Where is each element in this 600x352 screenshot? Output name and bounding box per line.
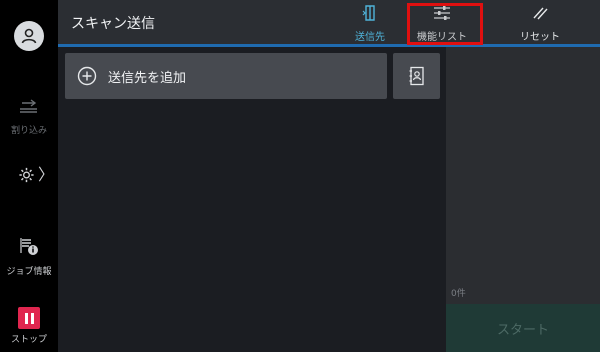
interrupt-label: 割り込み [10, 126, 47, 136]
address-book-icon [409, 66, 424, 86]
start-label: スタート [496, 322, 549, 338]
page-title: スキャン送信 [71, 16, 155, 32]
tab-reset-label: リセット [520, 32, 560, 43]
highlight-box [407, 3, 483, 45]
stop-icon [18, 307, 40, 329]
tab-destination-label: 送信先 [355, 32, 385, 43]
gear-icon [19, 167, 34, 183]
header-bar: スキャン送信 送信先 機能リスト リセット [58, 0, 600, 47]
interrupt-icon [20, 99, 37, 113]
start-button[interactable]: スタート [446, 304, 600, 352]
destination-icon [362, 5, 375, 21]
reset-icon [533, 7, 548, 20]
add-destination-label: 送信先を追加 [108, 70, 187, 86]
user-icon [21, 28, 37, 44]
user-avatar-button[interactable] [14, 21, 44, 51]
sidebar: 割り込み 〉 ジョブ情報 ストップ [0, 0, 58, 352]
chevron-right-icon: 〉 [37, 165, 54, 184]
plus-circle-icon [77, 66, 97, 86]
tab-destination[interactable]: 送信先 [333, 4, 407, 44]
job-info-icon [20, 238, 38, 255]
address-book-button[interactable] [393, 53, 440, 99]
interrupt-button[interactable]: 割り込み [0, 96, 58, 136]
destination-count: 0件 [451, 289, 466, 299]
settings-button[interactable]: 〉 [18, 163, 54, 187]
tab-reset[interactable]: リセット [503, 4, 577, 44]
job-info-label: ジョブ情報 [6, 267, 52, 277]
stop-label: ストップ [10, 335, 47, 345]
stop-button[interactable]: ストップ [0, 307, 58, 345]
job-info-button[interactable]: ジョブ情報 [0, 235, 58, 277]
add-destination-button[interactable]: 送信先を追加 [65, 53, 387, 99]
